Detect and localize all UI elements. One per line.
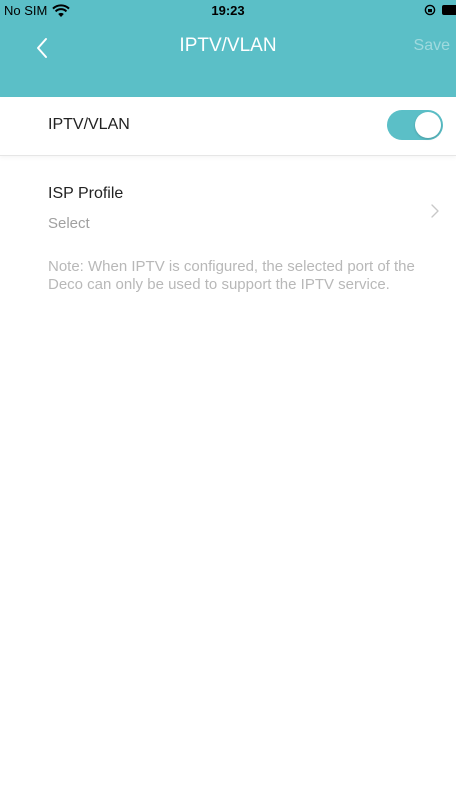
iptv-vlan-label: IPTV/VLAN <box>48 116 130 133</box>
chevron-right-icon <box>431 204 439 218</box>
isp-profile-label: ISP Profile <box>48 185 124 202</box>
isp-profile-value: Select <box>48 215 90 232</box>
status-right <box>424 4 456 16</box>
save-button[interactable]: Save <box>414 37 450 55</box>
isp-profile-row[interactable]: ISP Profile Select <box>0 175 456 243</box>
iptv-vlan-row: IPTV/VLAN <box>0 97 456 156</box>
toggle-knob <box>415 112 441 138</box>
iptv-vlan-toggle[interactable] <box>387 110 443 140</box>
battery-icon <box>442 5 456 15</box>
nav-bar: IPTV/VLAN Save <box>0 22 456 74</box>
status-time: 19:23 <box>211 3 245 18</box>
lock-rotation-icon <box>424 4 436 16</box>
status-bar: No SIM 19:23 <box>0 0 456 22</box>
header: No SIM 19:23 IPTV/VLAN Save <box>0 0 456 97</box>
page-title: IPTV/VLAN <box>179 35 277 56</box>
note-text: Note: When IPTV is configured, the selec… <box>48 258 415 293</box>
